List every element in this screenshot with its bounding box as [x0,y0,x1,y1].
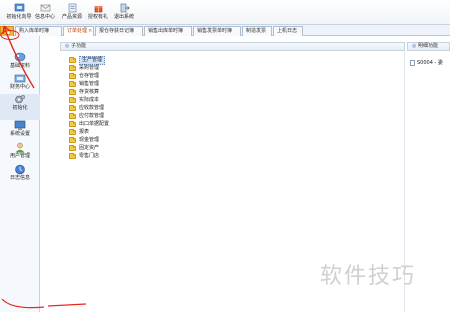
tree-item-label: 零售门店 [79,153,100,159]
tab-label: 制造发票 [246,28,267,34]
sidebar-item-label: 用户管理 [9,153,30,159]
tree-item-label: 实际成本 [79,97,100,103]
toolbar-button-info-center[interactable]: 信息中心 [30,1,60,23]
tree-item[interactable]: 仓存管理 [69,73,99,80]
folder-icon [69,65,76,71]
panel-title: 明细功能 [417,43,438,49]
app-window: 初始化向导 信息中心 产品资源 授权有礼 退出系统 购入库单时簿 订单处理× 报… [0,0,450,312]
sidebar-item-log-info[interactable]: 日志信息 [0,164,40,190]
tree-item-label: 采购管理 [79,65,100,71]
folder-icon [69,129,76,135]
tab-label: 上机日志 [277,28,298,34]
init-icon [15,94,26,104]
tree-item[interactable]: 采购管理 [69,65,99,72]
detail-item-label: S0004 - 委 [417,60,443,66]
close-icon[interactable]: × [88,28,92,34]
folder-icon [69,121,76,127]
tab-label: 销售出库单时簿 [148,28,184,34]
home-tab[interactable] [0,26,14,36]
tree-item-label: 应收款管理 [79,105,105,111]
tree-item-label: 应付款管理 [79,113,105,119]
tab-login-log[interactable]: 上机日志 [273,26,303,36]
tab-sales-invoice[interactable]: 销售发票单时簿 [193,26,241,36]
gift-icon [94,6,102,13]
sidebar-item-label: 日志信息 [9,175,30,181]
toolbar-label: 授权有礼 [87,14,108,20]
section-icon: ◎ [65,43,70,49]
exit-icon [120,3,130,13]
tab-inventory-journal[interactable]: 报仓存获日记簿 [95,26,143,36]
tree-item[interactable]: 应付款管理 [69,113,104,120]
document-icon [410,59,415,66]
tree-item[interactable]: 实际成本 [69,97,99,104]
tree-item[interactable]: 生产管理 [69,56,106,65]
folder-icon [69,113,76,119]
wizard-icon [14,3,24,12]
sidebar-item-label: 系统设置 [9,131,30,137]
tab-label: 销售发票单时簿 [197,28,233,34]
sidebar-item-label: 基础资料 [9,63,30,69]
tab-manufacture-invoice[interactable]: 制造发票 [242,26,272,36]
tree-item[interactable]: 零售门店 [69,153,99,160]
tree-item-label: 存货核算 [79,89,100,95]
folder-icon [69,97,76,103]
toolbar-label: 初始化向导 [6,14,32,20]
watermark: 软件技巧 [320,264,417,289]
section-icon: ◎ [412,43,417,49]
toolbar-button-exit[interactable]: 退出系统 [109,1,139,23]
folder-icon [69,57,76,63]
tree-item-label: 仓存管理 [79,73,100,79]
sidebar-item-label: 财务中心 [9,84,30,90]
tree-item-label: 固定资产 [79,145,100,151]
base-data-icon [14,52,26,62]
detail-item[interactable]: S0004 - 委 [410,59,443,66]
tab-label: 报仓存获日记簿 [99,28,135,34]
tree-item-label: 销售管理 [79,81,100,87]
finance-icon [14,74,26,83]
folder-icon [69,89,76,95]
folder-icon [69,73,76,79]
user-management-icon [15,142,25,153]
sidebar-item-label: 初始化 [12,105,28,111]
sidebar-item-init[interactable]: 初始化 [0,94,40,120]
tree-item-label: 生产管理 [79,56,106,65]
folder-icon [69,153,76,159]
info-center-icon [40,4,50,12]
panel-title: 子功能 [70,43,86,49]
tree-item[interactable]: 出口单据配置 [69,121,109,128]
main-toolbar: 初始化向导 信息中心 产品资源 授权有礼 退出系统 [0,0,450,25]
subfunction-header: ◎ 子功能 [60,42,405,51]
toolbar-label: 产品资源 [61,14,82,20]
toolbar-label: 信息中心 [34,14,55,20]
tree-item-label: 出口单据配置 [79,121,110,127]
home-icon [3,28,12,35]
folder-icon [69,105,76,111]
detail-function-header: ◎ 明细功能 [407,42,450,51]
folder-icon [69,137,76,143]
tab-order-processing[interactable]: 订单处理× [63,26,94,36]
tree-item-label: 报表 [79,129,90,135]
folder-icon [69,81,76,87]
tree-item[interactable]: 报表 [69,129,89,136]
system-settings-icon [14,120,26,130]
tree-item[interactable]: 销售管理 [69,81,99,88]
tree-item[interactable]: 应收款管理 [69,105,104,112]
tree-item[interactable]: 固定资产 [69,145,99,152]
toolbar-label: 退出系统 [113,14,134,20]
tab-label: 订单处理 [67,28,88,34]
tree-item[interactable]: 现金管理 [69,137,99,144]
folder-icon [69,145,76,151]
tree-item-label: 现金管理 [79,137,100,143]
log-info-icon [15,164,25,175]
tab-sales-delivery[interactable]: 销售出库单时簿 [144,26,192,36]
left-sidebar: 基础资料 财务中心 初始化 系统设置 用户管理 日志信息 [0,36,40,312]
product-resource-icon [68,3,76,13]
tree-item[interactable]: 存货核算 [69,89,99,96]
tab-purchase-receipt[interactable]: 购入库单时簿 [15,26,62,36]
tab-strip: 购入库单时簿 订单处理× 报仓存获日记簿 销售出库单时簿 销售发票单时簿 制造发… [0,25,450,36]
tab-label: 购入库单时簿 [19,28,50,34]
